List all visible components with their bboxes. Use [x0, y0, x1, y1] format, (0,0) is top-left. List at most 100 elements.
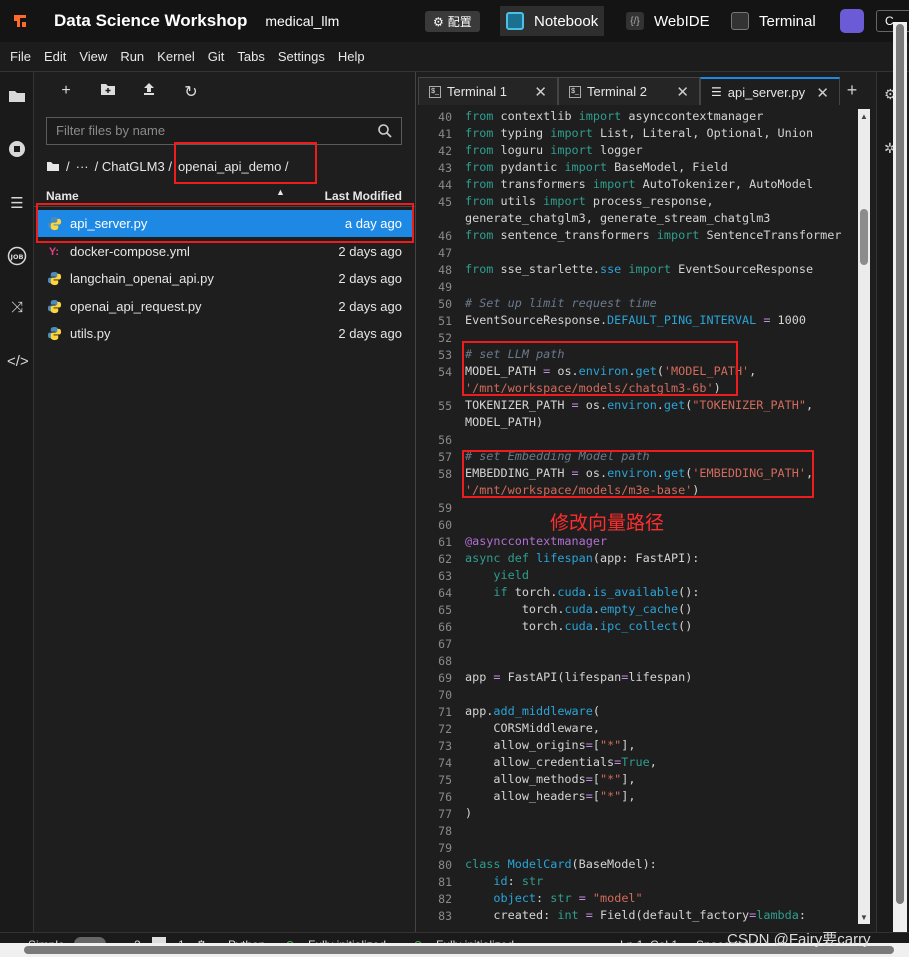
tab-webide-label: WebIDE	[654, 12, 710, 30]
tab-terminal-2[interactable]: $_ Terminal 2 ✕	[558, 77, 700, 105]
file-name: docker-compose.yml	[70, 244, 190, 259]
file-name: utils.py	[70, 326, 111, 341]
sort-up-icon[interactable]: ▲	[276, 187, 285, 197]
config-label: 配置	[447, 15, 472, 29]
plugin-avatar-icon[interactable]	[840, 9, 864, 33]
file-name: langchain_openai_api.py	[70, 271, 214, 286]
folder-icon[interactable]	[7, 88, 27, 108]
code-line: )	[465, 806, 473, 820]
line-number-gutter: 40 41 42 43 44 45 46 47 48 49 50 51 52 53 54 55 56 57 58 59…	[418, 107, 460, 932]
line-number: 83	[438, 909, 452, 923]
editor-panel: $_ Terminal 1 ✕ $_ Terminal 2 ✕ ☰ api_se…	[418, 72, 876, 932]
config-button[interactable]: ⚙ 配置	[425, 11, 480, 32]
line-number: 55	[438, 399, 452, 413]
python-icon	[46, 299, 62, 315]
menu-tabs[interactable]: Tabs	[237, 49, 264, 64]
code-line: yield	[493, 568, 529, 582]
line-number: 57	[438, 450, 452, 464]
refresh-icon[interactable]: ↻	[180, 82, 202, 102]
line-number: 42	[438, 144, 452, 158]
file-row-openai-api-request[interactable]: openai_api_request.py 2 days ago	[38, 293, 412, 320]
app-logo[interactable]	[0, 0, 40, 42]
close-icon[interactable]: ✕	[534, 83, 547, 101]
svg-text:JOB: JOB	[10, 253, 24, 261]
scrollbar-thumb[interactable]	[860, 209, 868, 265]
list-icon[interactable]: ☰	[7, 194, 27, 214]
line-number: 46	[438, 229, 452, 243]
close-icon[interactable]: ✕	[816, 84, 829, 102]
line-number: 72	[438, 722, 452, 736]
close-icon[interactable]: ✕	[676, 83, 689, 101]
python-icon	[46, 326, 62, 342]
code-line: if torch.cuda.is_available():	[493, 585, 700, 599]
line-number: 50	[438, 297, 452, 311]
watermark-text: CSDN @Fairy要carry	[727, 931, 871, 948]
breadcrumb-root[interactable]: /	[66, 159, 70, 174]
shuffle-icon[interactable]: ⤨	[7, 298, 27, 318]
new-folder-icon[interactable]	[97, 82, 119, 102]
menu-edit[interactable]: Edit	[44, 49, 66, 64]
line-number: 44	[438, 178, 452, 192]
code-line: allow_methods=["*"],	[465, 772, 636, 786]
window-scrollbar-thumb[interactable]	[896, 24, 904, 904]
new-launcher-icon[interactable]: +	[55, 82, 77, 102]
column-last-modified[interactable]: Last Modified	[325, 189, 402, 203]
code-line: from transformers import AutoTokenizer, …	[465, 177, 814, 191]
menu-settings[interactable]: Settings	[278, 49, 325, 64]
line-number: 63	[438, 569, 452, 583]
menu-git[interactable]: Git	[208, 49, 225, 64]
filter-files-input[interactable]: Filter files by name	[46, 117, 402, 145]
code-line: object: str = "model"	[493, 891, 643, 905]
editor-vertical-scrollbar[interactable]: ▲ ▼	[858, 109, 870, 924]
project-name[interactable]: medical_llm	[265, 13, 339, 29]
notebook-icon	[506, 12, 524, 30]
menu-file[interactable]: File	[10, 49, 31, 64]
left-sidebar-rail: ☰ JOB ⤨ </>	[0, 72, 34, 932]
tab-notebook[interactable]: Notebook	[500, 6, 605, 36]
line-number: 71	[438, 705, 452, 719]
column-name[interactable]: Name	[46, 189, 79, 203]
file-row-utils[interactable]: utils.py 2 days ago	[38, 320, 412, 347]
tab-label: Terminal 2	[587, 84, 647, 99]
line-number: 53	[438, 348, 452, 362]
line-number: 79	[438, 841, 452, 855]
menu-run[interactable]: Run	[120, 49, 144, 64]
code-line: from pydantic import BaseModel, Field	[465, 160, 728, 174]
breadcrumb-chatglm3[interactable]: / ChatGLM3 /	[95, 159, 172, 174]
code-line: allow_credentials=True,	[465, 755, 657, 769]
tab-terminal[interactable]: Terminal	[725, 6, 822, 36]
code-line: from loguru import logger	[465, 143, 643, 157]
tab-label: api_server.py	[727, 84, 806, 100]
window-vertical-scrollbar[interactable]	[893, 22, 907, 942]
line-number: 51	[438, 314, 452, 328]
highlight-box-embedding-path	[462, 450, 814, 498]
file-name: openai_api_request.py	[70, 299, 202, 314]
menu-kernel[interactable]: Kernel	[157, 49, 195, 64]
job-icon[interactable]: JOB	[7, 246, 27, 266]
line-number: 43	[438, 161, 452, 175]
breadcrumb-ellipsis[interactable]: ···	[76, 159, 89, 174]
line-number: 76	[438, 790, 452, 804]
code-brackets-icon[interactable]: </>	[7, 352, 29, 372]
add-tab-button[interactable]: +	[840, 77, 864, 105]
line-number: 64	[438, 586, 452, 600]
terminal-icon	[731, 12, 749, 30]
line-number: 66	[438, 620, 452, 634]
line-number: 58	[438, 467, 452, 481]
stop-circle-icon[interactable]	[7, 140, 27, 160]
upload-icon[interactable]	[138, 82, 160, 102]
tab-label: Terminal 1	[447, 84, 507, 99]
tab-webide[interactable]: {/} WebIDE	[620, 6, 716, 36]
line-number: 67	[438, 637, 452, 651]
tab-api-server[interactable]: ☰ api_server.py ✕	[700, 77, 840, 105]
scroll-down-icon[interactable]: ▼	[860, 913, 868, 922]
file-row-langchain-openai-api[interactable]: langchain_openai_api.py 2 days ago	[38, 265, 412, 292]
scroll-up-icon[interactable]: ▲	[860, 112, 868, 121]
tab-terminal-1[interactable]: $_ Terminal 1 ✕	[418, 77, 558, 105]
menu-view[interactable]: View	[79, 49, 107, 64]
line-number: 80	[438, 858, 452, 872]
line-number: 69	[438, 671, 452, 685]
folder-small-icon[interactable]	[46, 160, 60, 172]
line-number: 65	[438, 603, 452, 617]
menu-help[interactable]: Help	[338, 49, 365, 64]
